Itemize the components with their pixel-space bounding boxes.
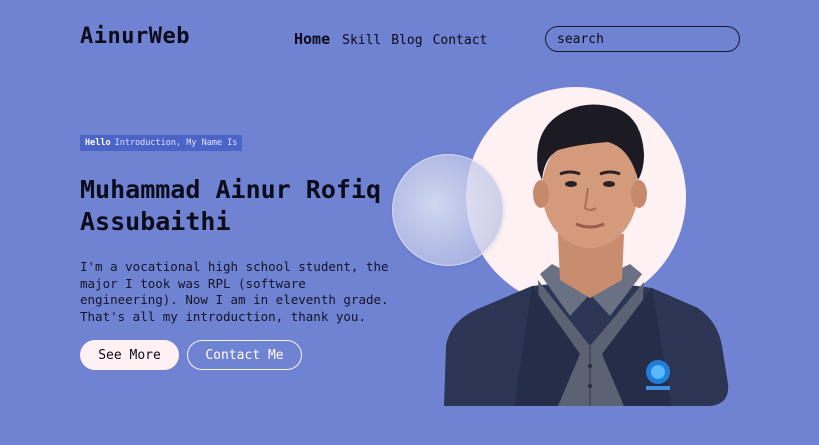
intro-badge: Hello Introduction, My Name Is: [80, 135, 243, 151]
hero-description: I'm a vocational high school student, th…: [80, 259, 389, 324]
badge-hello: Hello: [85, 138, 111, 148]
nav-blog-link[interactable]: Blog: [391, 33, 422, 48]
navbar: AinurWeb Home Skill Blog Contact: [0, 0, 819, 78]
nav-skill-link[interactable]: Skill: [342, 33, 381, 48]
nav-menu: Home Skill Blog Contact: [294, 30, 487, 48]
see-more-button[interactable]: See More: [80, 340, 179, 370]
decorative-bubble: [392, 154, 504, 266]
hero-title: Muhammad Ainur Rofiq Assubaithi: [80, 175, 382, 236]
badge-intro-text: Introduction, My Name Is: [114, 138, 238, 148]
nav-contact-link[interactable]: Contact: [433, 33, 488, 48]
site-logo[interactable]: AinurWeb: [80, 24, 190, 49]
search-input[interactable]: [545, 26, 740, 52]
contact-me-button[interactable]: Contact Me: [187, 340, 302, 370]
nav-home-link[interactable]: Home: [294, 30, 330, 48]
